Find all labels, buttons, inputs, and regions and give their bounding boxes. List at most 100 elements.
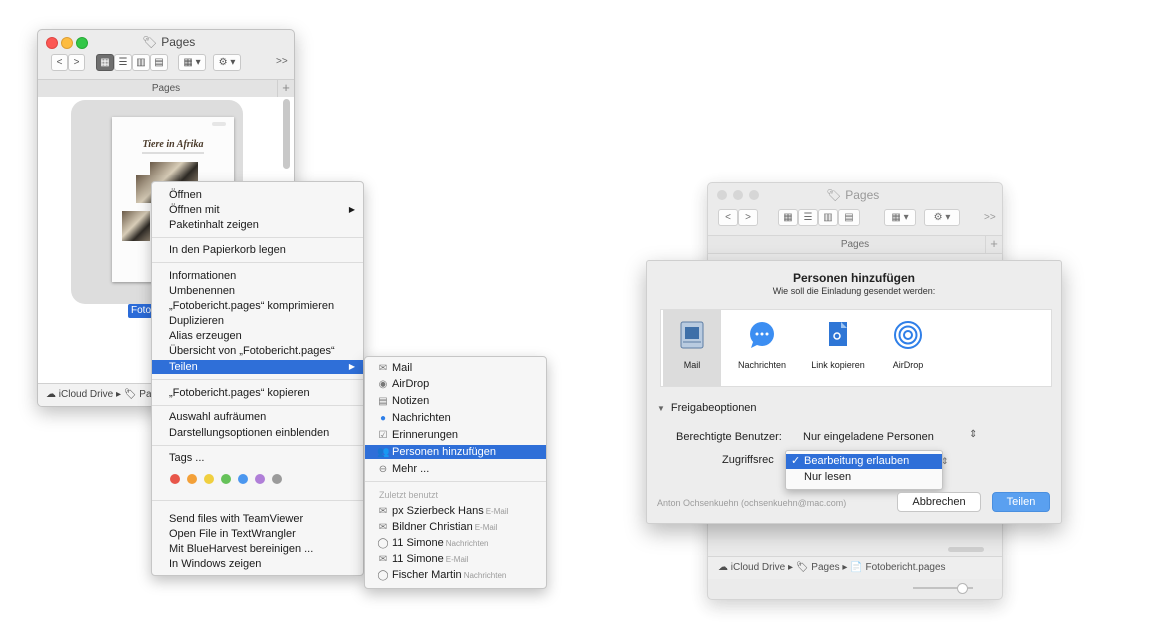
- new-tab-button[interactable]: +: [277, 80, 294, 97]
- updown-icon[interactable]: ⇕: [969, 429, 977, 440]
- list-view-button[interactable]: ☰: [114, 54, 132, 71]
- minimize-button[interactable]: [61, 37, 73, 49]
- new-tab-button[interactable]: +: [985, 236, 1002, 253]
- mail-stamp-icon: [679, 320, 705, 352]
- menu-item-clean-up[interactable]: Auswahl aufräumen: [152, 410, 363, 424]
- menu-item-blueharvest[interactable]: Mit BlueHarvest bereinigen ...: [152, 542, 363, 556]
- menu-item-duplicate[interactable]: Duplizieren: [152, 314, 363, 328]
- recent-contact[interactable]: ◯ Fischer Martin Nachrichten: [365, 568, 546, 582]
- menu-item-alias[interactable]: Alias erzeugen: [152, 329, 363, 343]
- menu-item-rename[interactable]: Umbenennen: [152, 284, 363, 298]
- access-rights-popup[interactable]: ✓ Bearbeitung erlauben Nur lesen: [785, 450, 943, 490]
- recent-contact[interactable]: ✉ px Szierbeck Hans E-Mail: [365, 504, 546, 518]
- tab-pages[interactable]: Pages +: [38, 79, 294, 98]
- menu-separator: [152, 379, 363, 380]
- menu-item-share[interactable]: Teilen ▶: [152, 360, 363, 374]
- close-button[interactable]: [46, 37, 58, 49]
- toolbar-overflow-icon[interactable]: >>: [984, 212, 996, 223]
- submenu-item-messages[interactable]: ● Nachrichten: [365, 411, 546, 425]
- window-title: 🏷 Pages: [142, 35, 196, 49]
- gallery-view-button[interactable]: ▤: [150, 54, 168, 71]
- forward-button[interactable]: >: [68, 54, 85, 71]
- menu-item-teamviewer[interactable]: Send files with TeamViewer: [152, 512, 363, 526]
- menu-item-quicklook[interactable]: Übersicht von „Fotobericht.pages“: [152, 344, 363, 358]
- share-option-copy-link[interactable]: Link kopieren: [801, 310, 875, 386]
- tag-color-dot[interactable]: [204, 474, 214, 484]
- close-button[interactable]: [717, 190, 727, 200]
- slider-knob[interactable]: [957, 583, 968, 594]
- icon-view-button[interactable]: ▦: [96, 54, 114, 71]
- submenu-item-reminders[interactable]: ☑ Erinnerungen: [365, 428, 546, 442]
- tag-color-dot[interactable]: [272, 474, 282, 484]
- zoom-button[interactable]: [749, 190, 759, 200]
- menu-item-tags[interactable]: Tags ...: [152, 451, 363, 465]
- list-view-button[interactable]: ☰: [798, 209, 818, 226]
- back-button[interactable]: <: [718, 209, 738, 226]
- access-option-read-only[interactable]: Nur lesen: [786, 470, 942, 485]
- share-option-airdrop[interactable]: AirDrop: [879, 310, 937, 386]
- back-button[interactable]: <: [51, 54, 68, 71]
- menu-item-info[interactable]: Informationen: [152, 269, 363, 283]
- arrange-button[interactable]: ▦ ▾: [884, 209, 916, 226]
- submenu-item-notes[interactable]: ▤ Notizen: [365, 394, 546, 408]
- scrollbar[interactable]: [948, 547, 984, 552]
- recent-contact[interactable]: ◯ 11 Simone Nachrichten: [365, 536, 546, 550]
- menu-item-compress[interactable]: „Fotobericht.pages“ komprimieren: [152, 299, 363, 313]
- mail-icon: ✉: [378, 363, 388, 374]
- submenu-item-more[interactable]: ⊖ Mehr ...: [365, 462, 546, 476]
- tag-color-dot[interactable]: [238, 474, 248, 484]
- toolbar-overflow-icon[interactable]: >>: [276, 56, 288, 67]
- more-icon: ⊖: [378, 464, 388, 475]
- title-bar: 🏷 Pages: [708, 183, 1002, 205]
- share-submenu: ✉ Mail ◉ AirDrop ▤ Notizen ● Nachrichten ☑ Er…: [364, 356, 547, 589]
- menu-item-open-with[interactable]: Öffnen mit ▶: [152, 203, 363, 217]
- share-button[interactable]: Teilen: [992, 492, 1050, 512]
- menu-item-textwrangler[interactable]: Open File in TextWrangler: [152, 527, 363, 541]
- checkmark-icon: ✓: [791, 455, 801, 467]
- tag-color-dot[interactable]: [170, 474, 180, 484]
- share-option-messages[interactable]: Nachrichten: [729, 310, 795, 386]
- folder-tag-icon: 🏷: [826, 188, 842, 202]
- recent-contact[interactable]: ✉ 11 Simone E-Mail: [365, 552, 546, 566]
- submenu-item-add-people[interactable]: 👥 Personen hinzufügen: [365, 445, 546, 459]
- menu-item-show-in-windows[interactable]: In Windows zeigen: [152, 557, 363, 571]
- messages-icon: ●: [379, 413, 387, 424]
- gear-icon[interactable]: ⚙ ▾: [924, 209, 960, 226]
- menu-item-show-package[interactable]: Paketinhalt zeigen: [152, 218, 363, 232]
- path-bar: ☁ iCloud Drive ▸ 🏷 Pages ▸ 📄 Fotobericht…: [708, 556, 1002, 579]
- cancel-button[interactable]: Abbrechen: [897, 492, 981, 512]
- column-view-button[interactable]: ▥: [132, 54, 150, 71]
- gear-icon[interactable]: ⚙ ▾: [213, 54, 241, 71]
- recent-contact[interactable]: ✉ Bildner Christian E-Mail: [365, 520, 546, 534]
- tab-pages[interactable]: Pages +: [708, 235, 1002, 254]
- minimize-button[interactable]: [733, 190, 743, 200]
- menu-separator: [152, 500, 363, 501]
- access-rights-label: Zugriffsrec: [722, 454, 774, 466]
- access-option-edit[interactable]: ✓ Bearbeitung erlauben: [786, 454, 942, 469]
- icon-view-button[interactable]: ▦: [778, 209, 798, 226]
- context-menu: Öffnen Öffnen mit ▶ Paketinhalt zeigen In…: [151, 181, 364, 576]
- tag-color-dot[interactable]: [255, 474, 265, 484]
- messages-icon: [747, 320, 777, 352]
- page-tag: [212, 122, 226, 126]
- submenu-item-mail[interactable]: ✉ Mail: [365, 361, 546, 375]
- menu-item-view-options[interactable]: Darstellungsoptionen einblenden: [152, 426, 363, 440]
- sheet-title: Personen hinzufügen: [792, 271, 915, 285]
- zoom-button[interactable]: [76, 37, 88, 49]
- sharing-options-disclosure[interactable]: ▼ Freigabeoptionen: [657, 402, 757, 414]
- arrange-button[interactable]: ▦ ▾: [178, 54, 206, 71]
- tag-color-dot[interactable]: [221, 474, 231, 484]
- tag-color-dot[interactable]: [187, 474, 197, 484]
- scrollbar[interactable]: [283, 99, 290, 169]
- forward-button[interactable]: >: [738, 209, 758, 226]
- menu-item-open[interactable]: Öffnen: [152, 188, 363, 202]
- permitted-users-select[interactable]: Nur eingeladene Personen: [803, 431, 934, 443]
- gallery-view-button[interactable]: ▤: [838, 209, 860, 226]
- menu-item-trash[interactable]: In den Papierkorb legen: [152, 243, 363, 257]
- share-option-mail[interactable]: Mail: [663, 310, 721, 386]
- menu-item-copy[interactable]: „Fotobericht.pages“ kopieren: [152, 386, 363, 400]
- column-view-button[interactable]: ▥: [818, 209, 838, 226]
- submenu-item-airdrop[interactable]: ◉ AirDrop: [365, 377, 546, 391]
- document-image: [122, 211, 150, 241]
- updown-icon[interactable]: ⇕: [941, 456, 949, 467]
